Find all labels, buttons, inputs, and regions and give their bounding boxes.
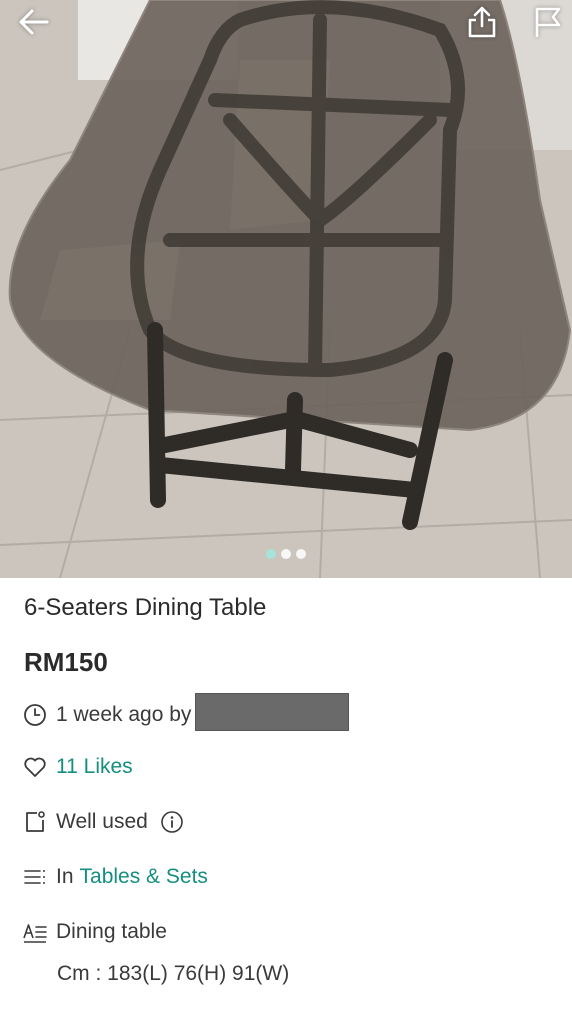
flag-icon xyxy=(535,7,561,37)
share-button[interactable] xyxy=(454,0,510,44)
description-line1: Dining table xyxy=(56,920,167,943)
description-row: Dining table xyxy=(22,919,167,945)
likes-row[interactable]: 11 Likes xyxy=(22,754,133,780)
heart-icon xyxy=(22,754,48,780)
condition-row: Well used xyxy=(22,809,184,835)
condition-text: Well used xyxy=(56,810,148,833)
likes-count[interactable]: 11 Likes xyxy=(56,755,133,779)
arrow-left-icon xyxy=(19,9,49,35)
list-icon xyxy=(22,864,48,890)
seller-name-redacted[interactable] xyxy=(195,693,350,731)
condition-tag-icon xyxy=(22,809,48,835)
posted-text: 1 week ago by xyxy=(56,703,192,726)
info-icon[interactable] xyxy=(160,810,184,834)
listing-price: RM150 xyxy=(24,647,108,677)
category-row: In Tables & Sets xyxy=(22,864,208,890)
text-description-icon xyxy=(22,919,48,945)
posted-row: 1 week ago by xyxy=(22,693,350,731)
gallery-dot[interactable] xyxy=(281,549,291,559)
gallery-dot[interactable] xyxy=(266,549,276,559)
category-link[interactable]: Tables & Sets xyxy=(80,865,208,889)
share-icon xyxy=(468,6,496,38)
clock-icon xyxy=(22,702,48,728)
gallery-dot[interactable] xyxy=(296,549,306,559)
category-prefix: In xyxy=(56,865,74,888)
table-photo-image xyxy=(0,0,572,578)
gallery-pagination xyxy=(0,549,572,559)
report-button[interactable] xyxy=(520,0,572,44)
description-line2: Cm : 183(L) 76(H) 91(W) xyxy=(57,962,290,985)
back-button[interactable] xyxy=(6,0,62,44)
listing-title: 6-Seaters Dining Table xyxy=(24,594,267,621)
listing-photo[interactable] xyxy=(0,0,572,578)
